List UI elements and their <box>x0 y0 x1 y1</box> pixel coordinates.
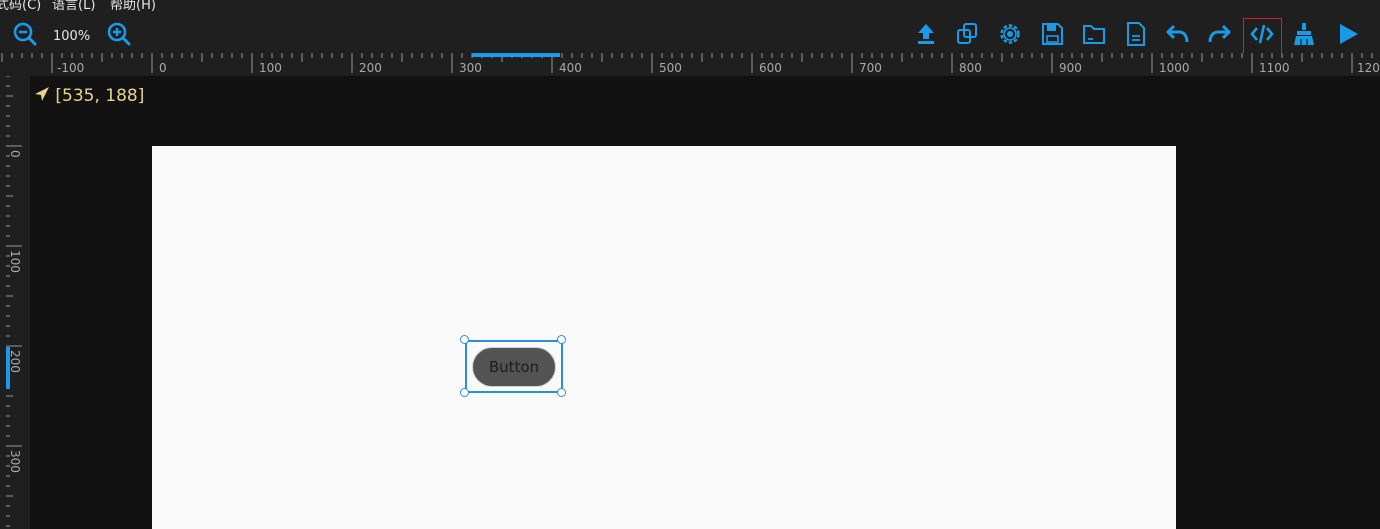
hruler-label: 0 <box>159 61 167 75</box>
run-button[interactable] <box>1334 20 1362 48</box>
resize-handle-top-right[interactable] <box>557 335 566 344</box>
vruler-label: 300 <box>8 450 22 473</box>
zoom-level: 100% <box>53 29 91 44</box>
undo-button[interactable] <box>1164 20 1192 48</box>
canvas-button-widget[interactable]: Button <box>472 347 556 387</box>
resize-handle-top-left[interactable] <box>460 335 469 344</box>
zoom-in-button[interactable] <box>105 20 133 48</box>
vruler-label: 200 <box>8 350 22 373</box>
save-button[interactable] <box>1038 20 1066 48</box>
horizontal-ruler[interactable]: -100 0 100 200 300 400 500 600 700 800 9… <box>0 53 1380 76</box>
copy-icon <box>957 23 977 44</box>
save-icon <box>1042 23 1063 45</box>
open-folder-button[interactable] <box>1080 20 1108 48</box>
folder-icon <box>1083 25 1105 44</box>
cursor-coords-text: [535, 188] <box>55 86 145 106</box>
hruler-label: 300 <box>459 61 482 75</box>
hruler-label: 200 <box>359 61 382 75</box>
menu-item-help[interactable]: 帮助(H) <box>110 0 156 14</box>
hruler-label: 700 <box>859 61 882 75</box>
play-icon <box>1340 24 1358 44</box>
hruler-label: 900 <box>1059 61 1082 75</box>
hruler-label: -100 <box>57 61 85 75</box>
resize-handle-bottom-right[interactable] <box>557 388 566 397</box>
hruler-label: 600 <box>759 61 782 75</box>
zoom-out-icon <box>13 22 37 46</box>
active-tool-highlight <box>1243 18 1282 55</box>
menu-item-code[interactable]: 式码(C) <box>0 0 41 14</box>
hruler-label: 1000 <box>1159 61 1190 75</box>
toolbar: 100% <box>0 14 1380 53</box>
menu-bar: 式码(C) 语言(L) 帮助(H) <box>0 0 1380 14</box>
vruler-label: 100 <box>8 250 22 273</box>
hruler-label: 100 <box>259 61 282 75</box>
vruler-label: 0 <box>8 150 22 158</box>
new-file-button[interactable] <box>1122 20 1150 48</box>
design-canvas[interactable] <box>152 146 1176 529</box>
hruler-label: 500 <box>659 61 682 75</box>
cursor-arrow-icon <box>35 87 49 101</box>
hruler-label: 120 <box>1357 61 1380 75</box>
zoom-out-button[interactable] <box>11 20 39 48</box>
redo-icon <box>1208 24 1231 43</box>
redo-button[interactable] <box>1205 20 1233 48</box>
resize-handle-bottom-left[interactable] <box>460 388 469 397</box>
upload-icon <box>918 24 934 44</box>
hruler-selection-marker <box>472 53 560 57</box>
settings-button[interactable] <box>996 20 1024 48</box>
upload-button[interactable] <box>912 20 940 48</box>
file-icon <box>1127 22 1145 46</box>
clean-button[interactable] <box>1290 20 1318 48</box>
hruler-label: 800 <box>959 61 982 75</box>
zoom-in-icon <box>107 22 131 46</box>
vertical-ruler[interactable]: 0 100 200 300 <box>0 76 30 529</box>
settings-icon <box>1000 24 1020 44</box>
cursor-coordinates: [535, 188] <box>34 86 144 106</box>
hruler-label: 1100 <box>1259 61 1290 75</box>
copy-button[interactable] <box>953 20 981 48</box>
undo-icon <box>1166 24 1189 43</box>
menu-item-language[interactable]: 语言(L) <box>52 0 95 14</box>
clean-icon <box>1294 23 1314 45</box>
hruler-label: 400 <box>559 61 582 75</box>
